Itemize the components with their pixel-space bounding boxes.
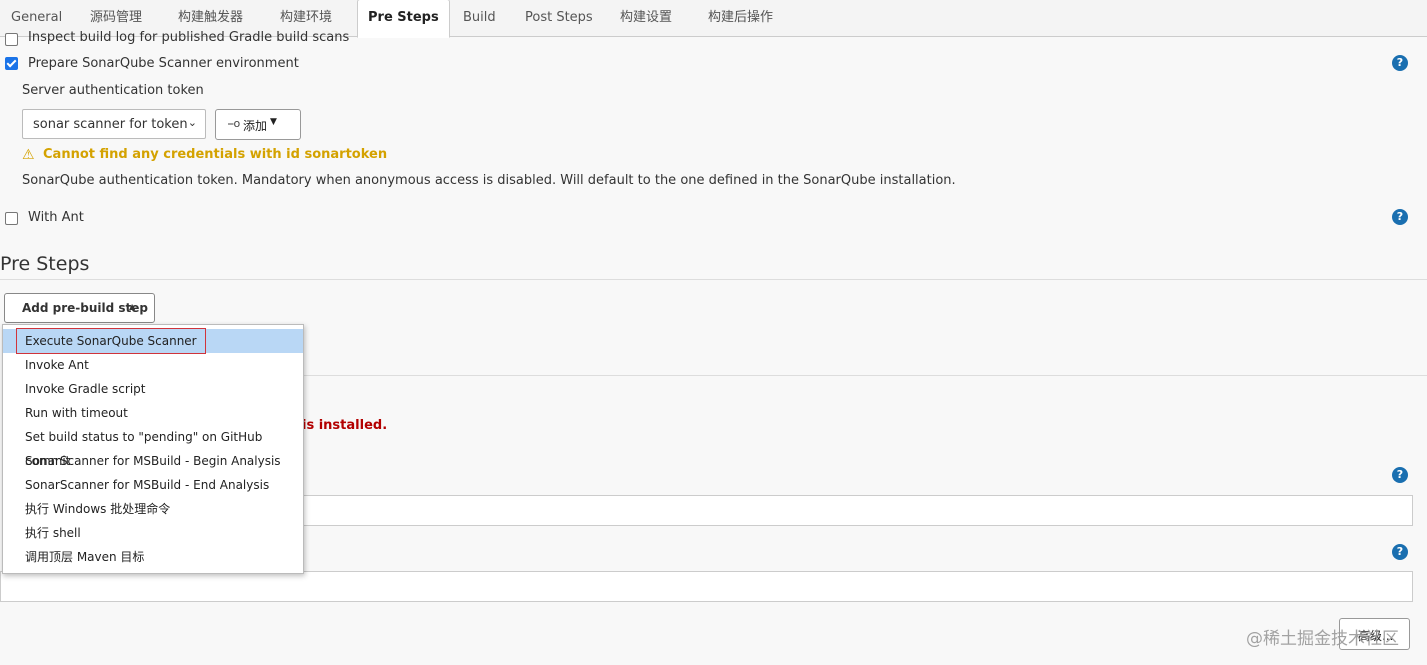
- warning-icon: ⚠: [22, 147, 35, 163]
- menu-item-execute-shell[interactable]: 执行 shell: [3, 521, 303, 545]
- section-title: Pre Steps: [0, 253, 90, 275]
- with-ant-label: With Ant: [28, 210, 84, 225]
- pre-build-step-menu: Execute SonarQube Scanner Invoke Ant Inv…: [2, 324, 304, 574]
- inspect-gradle-checkbox[interactable]: [5, 33, 18, 46]
- menu-item-invoke-gradle[interactable]: Invoke Gradle script: [3, 377, 303, 401]
- menu-item-msbuild-begin[interactable]: SonarScanner for MSBuild - Begin Analysi…: [3, 449, 303, 473]
- credential-warning: Cannot find any credentials with id sona…: [43, 147, 388, 162]
- caret-down-icon: ▼: [270, 117, 277, 127]
- text-field[interactable]: [0, 571, 1413, 602]
- tab-build-settings[interactable]: 构建设置: [620, 0, 672, 36]
- menu-item-invoke-ant[interactable]: Invoke Ant: [3, 353, 303, 377]
- text-field[interactable]: [300, 495, 1413, 526]
- credential-select-value: sonar scanner for token: [33, 117, 188, 132]
- error-message: is installed.: [302, 418, 388, 433]
- menu-item-label: SonarScanner for MSBuild - End Analysis: [25, 478, 270, 492]
- add-pre-build-step-button[interactable]: Add pre-build step ▲: [4, 293, 155, 323]
- help-icon[interactable]: ?: [1392, 55, 1408, 71]
- caret-up-icon: ▲: [129, 302, 136, 311]
- tab-build[interactable]: Build: [463, 0, 496, 36]
- menu-item-label: Invoke Ant: [25, 358, 89, 372]
- menu-item-label: Invoke Gradle script: [25, 382, 146, 396]
- add-credential-button[interactable]: ⎯o 添加 ▼: [215, 109, 301, 140]
- divider: [302, 375, 1427, 376]
- help-icon[interactable]: ?: [1392, 467, 1408, 483]
- chevron-down-icon: ⌄: [187, 116, 197, 129]
- tab-post-build-actions[interactable]: 构建后操作: [708, 0, 773, 36]
- help-icon[interactable]: ?: [1392, 209, 1408, 225]
- tab-pre-steps[interactable]: Pre Steps: [357, 0, 450, 38]
- menu-item-maven-targets[interactable]: 调用顶层 Maven 目标: [3, 545, 303, 569]
- menu-item-windows-batch[interactable]: 执行 Windows 批处理命令: [3, 497, 303, 521]
- help-icon[interactable]: ?: [1392, 544, 1408, 560]
- key-icon: ⎯o: [228, 117, 241, 130]
- credential-select[interactable]: sonar scanner for token ⌄: [22, 109, 206, 139]
- tab-post-steps[interactable]: Post Steps: [525, 0, 593, 36]
- highlight-annotation-box: [16, 328, 206, 354]
- with-ant-checkbox[interactable]: [5, 212, 18, 225]
- inspect-gradle-label: Inspect build log for published Gradle b…: [28, 30, 350, 45]
- token-help-text: SonarQube authentication token. Mandator…: [22, 173, 956, 188]
- menu-item-github-pending-status[interactable]: Set build status to "pending" on GitHub …: [3, 425, 303, 468]
- menu-item-msbuild-end[interactable]: SonarScanner for MSBuild - End Analysis: [3, 473, 303, 497]
- prepare-sonar-label: Prepare SonarQube Scanner environment: [28, 56, 299, 71]
- watermark: @稀土掘金技术社区: [1246, 629, 1399, 649]
- menu-item-label: 调用顶层 Maven 目标: [25, 550, 145, 564]
- menu-item-label: 执行 shell: [25, 526, 81, 540]
- menu-item-label: 执行 Windows 批处理命令: [25, 502, 171, 516]
- menu-item-label: SonarScanner for MSBuild - Begin Analysi…: [25, 454, 281, 468]
- prepare-sonar-checkbox[interactable]: [5, 57, 18, 70]
- add-credential-label: 添加: [243, 119, 268, 133]
- menu-item-label: Run with timeout: [25, 406, 128, 420]
- menu-item-run-with-timeout[interactable]: Run with timeout: [3, 401, 303, 425]
- server-token-label: Server authentication token: [22, 83, 204, 98]
- divider: [0, 279, 1427, 280]
